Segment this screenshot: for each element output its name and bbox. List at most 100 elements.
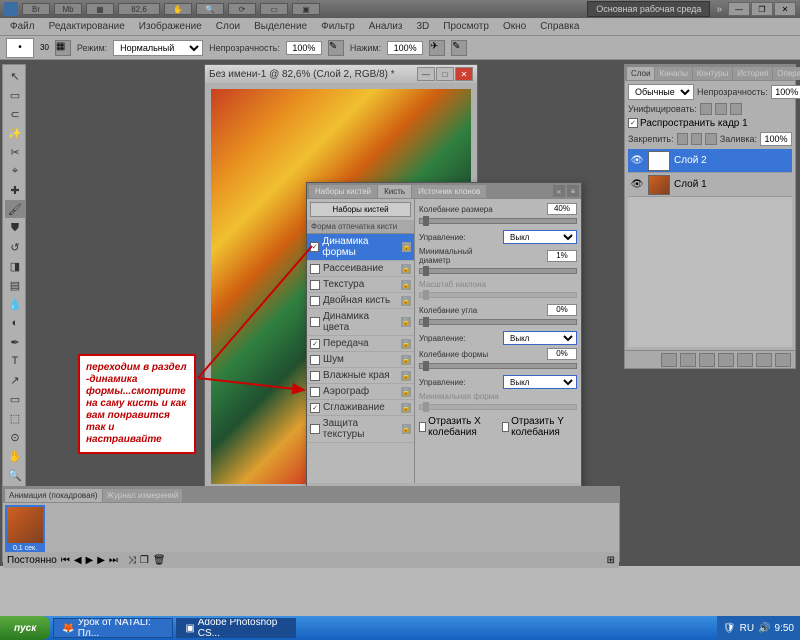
lock-icon[interactable]: 🔒 <box>401 387 411 397</box>
panel-menu[interactable]: ≡ <box>567 185 579 197</box>
history-brush-tool[interactable]: ↺ <box>5 238 25 256</box>
stamp-tool[interactable]: ⛊ <box>5 219 25 237</box>
menu-window[interactable]: Окно <box>497 19 532 34</box>
clock[interactable]: 9:50 <box>775 623 794 634</box>
view-btn[interactable]: ▭ <box>260 3 288 15</box>
section-checkbox[interactable] <box>310 403 320 413</box>
menu-filter[interactable]: Фильтр <box>315 19 361 34</box>
layer-name[interactable]: Слой 2 <box>674 155 707 166</box>
next-frame-btn[interactable]: ▶ <box>97 555 105 566</box>
round-jitter-slider[interactable] <box>419 363 577 369</box>
control-select[interactable]: Выкл <box>503 230 577 244</box>
panel-collapse[interactable]: « <box>553 185 565 197</box>
workspace-switcher[interactable]: Основная рабочая среда <box>587 1 710 17</box>
text-tool[interactable]: T <box>5 352 25 370</box>
screen-btn[interactable]: ▣ <box>292 3 320 15</box>
menu-help[interactable]: Справка <box>534 19 585 34</box>
shape-tool[interactable]: ▭ <box>5 390 25 408</box>
heal-tool[interactable]: ✚ <box>5 181 25 199</box>
zoom-level[interactable]: 82,6 <box>118 3 160 15</box>
menu-edit[interactable]: Редактирование <box>43 19 131 34</box>
hand-btn[interactable]: ✋ <box>164 3 192 15</box>
opacity-pressure-icon[interactable]: ✎ <box>328 40 344 56</box>
lock-icon[interactable]: 🔒 <box>401 317 411 327</box>
tab-layers[interactable]: Слои <box>627 67 654 80</box>
min-diam-slider[interactable] <box>419 268 577 274</box>
unify-style-icon[interactable] <box>730 103 742 115</box>
brush-section-8[interactable]: Аэрограф🔒 <box>307 384 414 400</box>
system-tray[interactable]: 🛡 RU 🔊 9:50 <box>717 616 800 640</box>
tab-history[interactable]: История <box>733 67 772 80</box>
flipy-check[interactable]: Отразить Y колебания <box>502 416 577 438</box>
presets-button[interactable]: Наборы кистей <box>310 202 411 217</box>
tray-icon[interactable]: 🔊 <box>758 623 770 634</box>
lock-all-icon[interactable] <box>705 133 716 145</box>
brush-section-6[interactable]: Шум🔒 <box>307 352 414 368</box>
fill-input[interactable] <box>760 132 792 146</box>
minimize-btn[interactable]: — <box>728 2 750 16</box>
delete-frame-btn[interactable]: 🗑 <box>153 555 166 566</box>
visibility-icon[interactable]: 👁 <box>630 178 644 192</box>
eraser-tool[interactable]: ◨ <box>5 257 25 275</box>
flow-input[interactable] <box>387 41 423 55</box>
task-photoshop[interactable]: ▣Adobe Photoshop CS... <box>176 618 296 638</box>
lock-icon[interactable]: 🔒 <box>401 296 411 306</box>
section-checkbox[interactable] <box>310 264 320 274</box>
menu-image[interactable]: Изображение <box>133 19 208 34</box>
visibility-icon[interactable]: 👁 <box>630 154 644 168</box>
lock-icon[interactable]: 🔒 <box>402 424 411 434</box>
tab-paths[interactable]: Контуры <box>693 67 732 80</box>
round-jitter-value[interactable]: 0% <box>547 348 577 360</box>
layer-opacity-input[interactable] <box>771 85 800 99</box>
mb-btn[interactable]: Mb <box>54 3 82 15</box>
delete-layer-btn[interactable] <box>775 353 791 367</box>
adjustment-btn[interactable] <box>718 353 734 367</box>
zoom-tool[interactable]: 🔍 <box>5 466 25 484</box>
layer-blend-select[interactable]: Обычные <box>628 84 694 100</box>
eyedropper-tool[interactable]: ⌖ <box>5 162 25 180</box>
layer-thumb[interactable] <box>648 175 670 195</box>
tab-clone[interactable]: Источник клонов <box>412 185 486 198</box>
magnify-btn[interactable]: 🔍 <box>196 3 224 15</box>
marquee-tool[interactable]: ▭ <box>5 86 25 104</box>
menu-select[interactable]: Выделение <box>248 19 313 34</box>
menu-file[interactable]: Файл <box>4 19 41 34</box>
rotate-btn[interactable]: ⟳ <box>228 3 256 15</box>
section-checkbox[interactable] <box>310 355 320 365</box>
mask-btn[interactable] <box>699 353 715 367</box>
brush-section-10[interactable]: Защита текстуры🔒 <box>307 416 414 443</box>
chevrons-icon[interactable]: » <box>712 4 726 15</box>
new-layer-btn[interactable] <box>756 353 772 367</box>
layer-row-1[interactable]: 👁 Слой 1 <box>628 173 792 197</box>
tray-icon[interactable]: 🛡 <box>723 623 736 634</box>
brush-section-4[interactable]: Динамика цвета🔒 <box>307 309 414 336</box>
br-btn[interactable]: Br <box>22 3 50 15</box>
opacity-input[interactable] <box>286 41 322 55</box>
frame-duration[interactable]: 0,1 сек. <box>5 545 45 552</box>
play-btn[interactable]: ▶ <box>86 555 94 566</box>
convert-timeline-btn[interactable]: ⊞ <box>607 555 615 566</box>
size-jitter-slider[interactable] <box>419 218 577 224</box>
brush-panel-toggle[interactable]: ▦ <box>55 40 71 56</box>
lock-icon[interactable]: 🔒 <box>401 339 411 349</box>
maximize-btn[interactable]: ❐ <box>751 2 773 16</box>
lock-icon[interactable]: 🔒 <box>401 280 411 290</box>
menu-layer[interactable]: Слои <box>210 19 246 34</box>
fx-btn[interactable] <box>680 353 696 367</box>
tablet-pressure-icon[interactable]: ✎ <box>451 40 467 56</box>
tab-measurement[interactable]: Журнал измерений <box>103 489 183 502</box>
control-select-2[interactable]: Выкл <box>503 331 577 345</box>
tween-btn[interactable]: ⤨ <box>128 555 136 566</box>
menu-analysis[interactable]: Анализ <box>363 19 409 34</box>
lang-indicator[interactable]: RU <box>740 623 754 634</box>
brush-section-9[interactable]: Сглаживание🔒 <box>307 400 414 416</box>
min-diam-value[interactable]: 1% <box>547 250 577 262</box>
close-btn[interactable]: ✕ <box>774 2 796 16</box>
section-checkbox[interactable] <box>310 296 320 306</box>
3d-tool[interactable]: ⬚ <box>5 409 25 427</box>
section-checkbox[interactable] <box>310 339 320 349</box>
size-jitter-value[interactable]: 40% <box>547 203 577 215</box>
control-select-3[interactable]: Выкл <box>503 375 577 389</box>
menu-3d[interactable]: 3D <box>410 19 435 34</box>
lock-pixels-icon[interactable] <box>677 133 688 145</box>
